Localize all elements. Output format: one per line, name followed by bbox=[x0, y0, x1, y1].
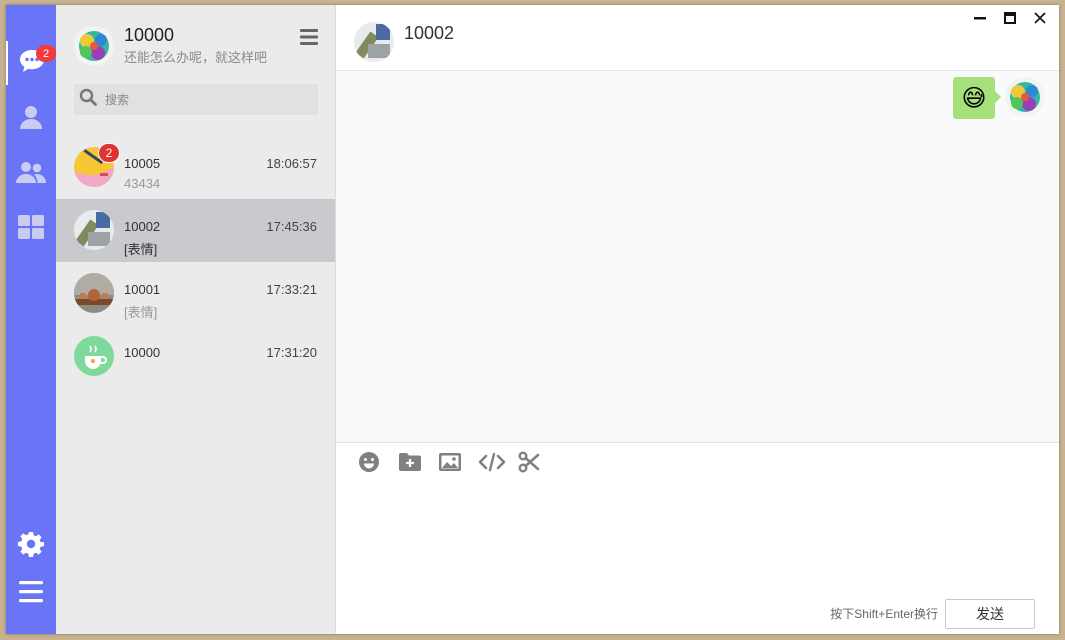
profile-signature: 还能怎么办呢，就这样吧 bbox=[124, 50, 268, 65]
code-button[interactable] bbox=[478, 452, 518, 476]
conversation-name: 10005 bbox=[124, 156, 161, 171]
chat-title: 10002 bbox=[404, 23, 455, 43]
maximize-icon bbox=[1004, 11, 1016, 29]
conversation-item[interactable]: 2 10005 18:06:57 43434 bbox=[56, 136, 335, 199]
emoji-button[interactable] bbox=[358, 451, 398, 478]
conversation-time: 17:31:20 bbox=[266, 345, 317, 360]
avatar bbox=[74, 210, 114, 250]
nav-apps[interactable] bbox=[6, 207, 56, 251]
emoji-icon bbox=[358, 451, 380, 478]
nav-contacts[interactable] bbox=[6, 97, 56, 141]
avatar bbox=[74, 273, 114, 313]
nav-settings[interactable] bbox=[6, 524, 56, 568]
send-file-button[interactable] bbox=[398, 452, 438, 476]
gear-icon bbox=[18, 531, 44, 562]
conversation-item[interactable]: 10002 17:45:36 [表情] bbox=[56, 199, 335, 262]
code-icon bbox=[478, 452, 506, 477]
conversation-list: 2 10005 18:06:57 43434 10002 17:45:36 [表… bbox=[56, 136, 335, 388]
apps-icon bbox=[18, 214, 44, 244]
search-box bbox=[74, 84, 318, 115]
nav-chats[interactable]: 2 bbox=[6, 41, 56, 85]
conversation-time: 17:45:36 bbox=[266, 219, 317, 234]
avatar bbox=[74, 336, 114, 376]
conversation-preview: 43434 bbox=[124, 176, 161, 191]
avatar[interactable] bbox=[354, 22, 394, 62]
chat-header: 10002 bbox=[336, 5, 1059, 71]
search-input[interactable] bbox=[105, 92, 305, 107]
unread-badge: 2 bbox=[98, 143, 120, 163]
menu-icon bbox=[19, 580, 43, 608]
conversation-name: 10000 bbox=[124, 345, 161, 360]
conversation-preview: [表情] bbox=[124, 305, 158, 320]
folder-add-icon bbox=[398, 452, 422, 477]
conversation-item[interactable]: 10001 17:33:21 [表情] bbox=[56, 262, 335, 325]
conversation-time: 18:06:57 bbox=[266, 156, 317, 171]
app-window: 2 10000 还能怎么办呢，就这样吧 搜索 2 10005 18:06:57 … bbox=[6, 5, 1059, 634]
message-input[interactable] bbox=[348, 483, 1047, 593]
avatar[interactable] bbox=[1005, 77, 1045, 117]
conversation-name: 10001 bbox=[124, 282, 161, 297]
unread-badge: 2 bbox=[36, 45, 56, 62]
message-row: 😅 bbox=[953, 77, 1045, 119]
nav-groups[interactable] bbox=[6, 152, 56, 196]
close-button[interactable] bbox=[1025, 9, 1055, 31]
nav-more[interactable] bbox=[6, 572, 56, 616]
conversation-item[interactable]: 10000 17:31:20 bbox=[56, 325, 335, 388]
emoji-message: 😅 bbox=[961, 84, 987, 112]
newline-hint: 按下Shift+Enter换行 bbox=[830, 607, 938, 621]
send-image-button[interactable] bbox=[438, 452, 478, 476]
image-icon bbox=[438, 452, 462, 477]
conversation-panel: 10000 还能怎么办呢，就这样吧 2 10005 18:06:57 bbox=[56, 5, 336, 634]
screenshot-button[interactable] bbox=[518, 451, 558, 478]
profile-name: 10000 bbox=[124, 25, 175, 45]
hamburger-icon bbox=[300, 29, 318, 49]
profile-header: 10000 还能怎么办呢，就这样吧 bbox=[74, 25, 267, 66]
maximize-button[interactable] bbox=[995, 9, 1025, 31]
window-controls bbox=[965, 9, 1055, 31]
search-icon bbox=[79, 88, 97, 111]
message-bubble[interactable]: 😅 bbox=[953, 77, 1001, 119]
conversation-preview: [表情] bbox=[124, 242, 158, 257]
composer-toolbar bbox=[358, 451, 558, 478]
group-icon bbox=[16, 160, 46, 189]
user-icon bbox=[19, 104, 43, 135]
panel-menu-button[interactable] bbox=[300, 29, 318, 50]
avatar[interactable] bbox=[74, 25, 114, 66]
nav-rail: 2 bbox=[6, 5, 56, 634]
minimize-icon bbox=[974, 11, 986, 29]
close-icon bbox=[1034, 11, 1046, 29]
conversation-name: 10002 bbox=[124, 219, 161, 234]
scissors-icon bbox=[518, 451, 540, 478]
send-button[interactable]: 发送 bbox=[945, 599, 1035, 629]
chat-area: 10002 😅 按下Shift+Enter换行 发送 bbox=[336, 5, 1059, 634]
message-list: 😅 bbox=[336, 71, 1059, 443]
minimize-button[interactable] bbox=[965, 9, 995, 31]
conversation-time: 17:33:21 bbox=[266, 282, 317, 297]
